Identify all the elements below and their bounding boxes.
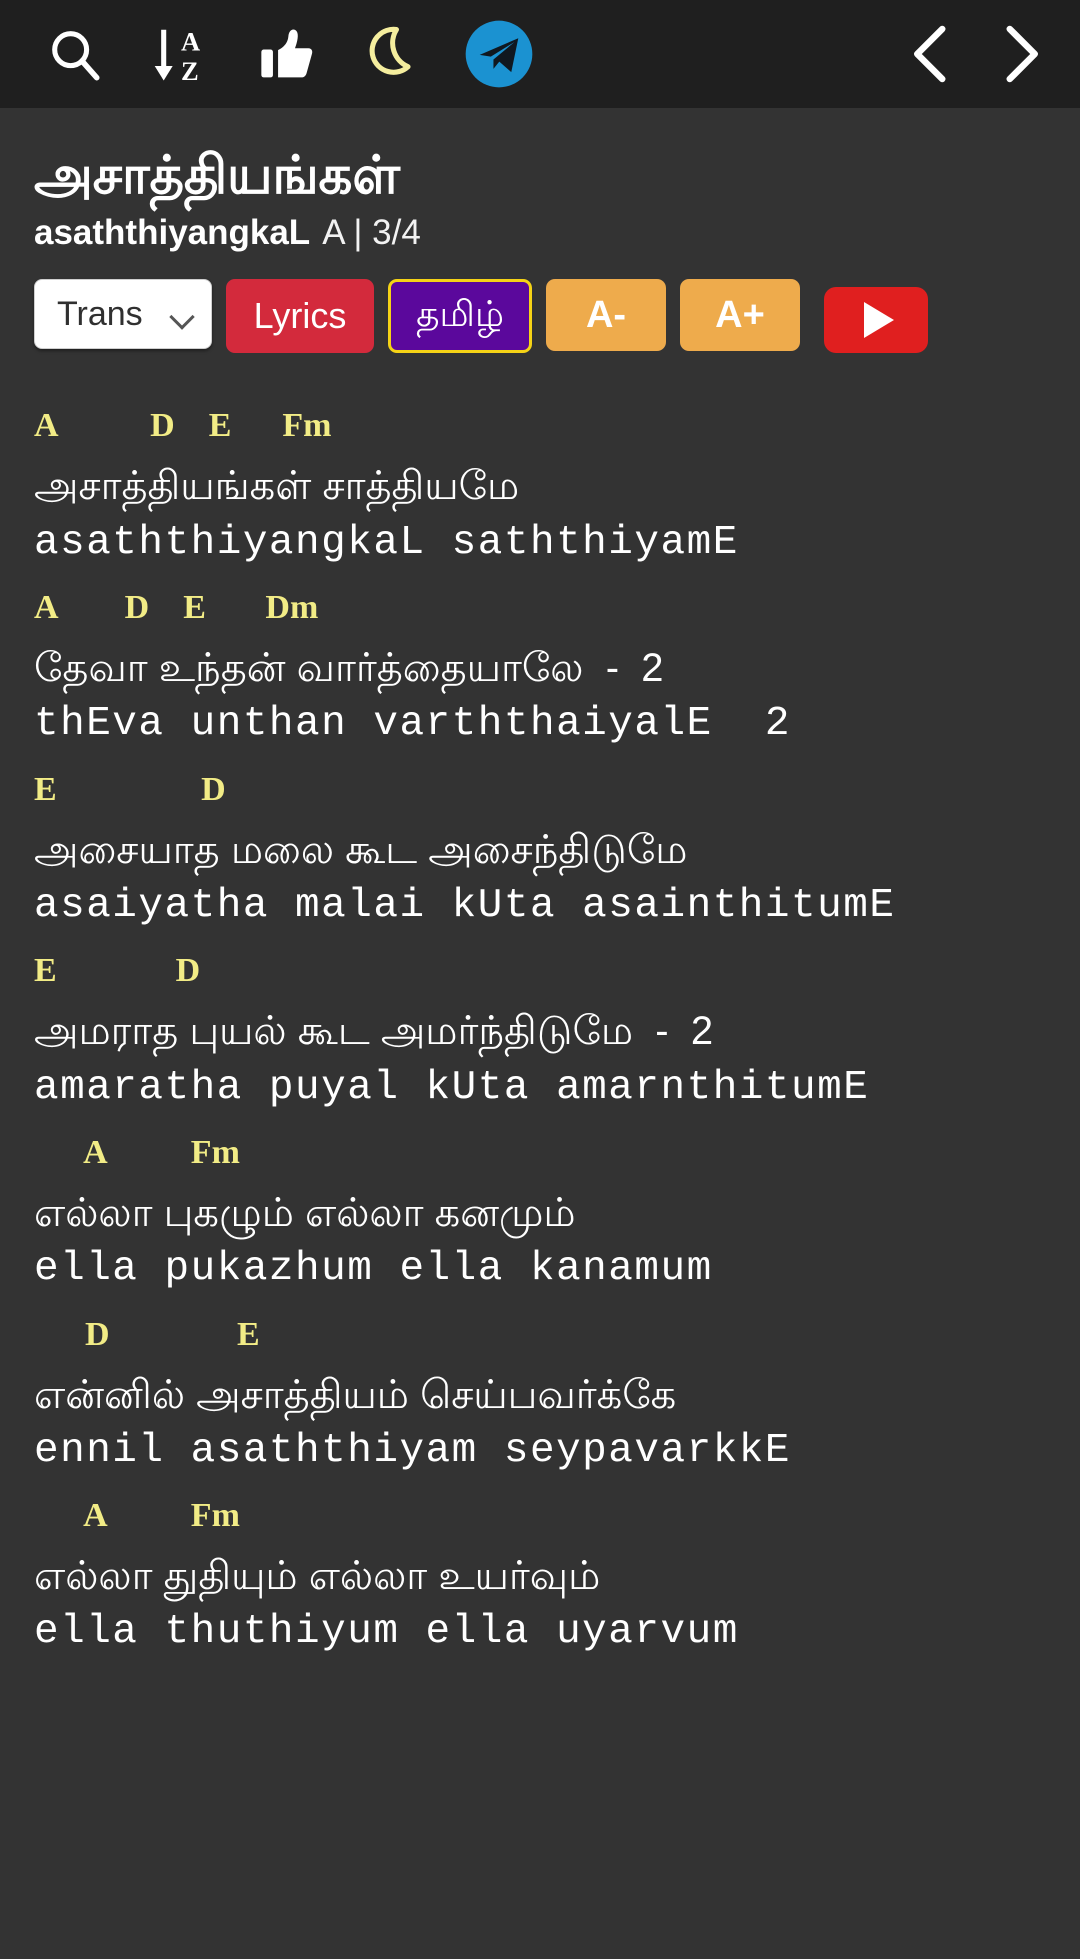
transpose-select[interactable]: Trans bbox=[34, 279, 212, 350]
top-toolbar: A Z bbox=[0, 0, 1080, 108]
lyric-line-tamil: என்னில் அசாத்தியம் செய்பவர்க்கே bbox=[34, 1372, 677, 1417]
lyric-line-tamil: எல்லா புகழும் எல்லா கனமும் bbox=[34, 1190, 576, 1235]
sort-az-icon: A Z bbox=[154, 27, 200, 85]
chevron-right-icon bbox=[1006, 25, 1038, 83]
toolbar-nav-group bbox=[890, 0, 1062, 108]
telegram-button[interactable] bbox=[446, 0, 552, 108]
previous-song-button[interactable] bbox=[890, 0, 972, 108]
lyrics-button[interactable]: Lyrics bbox=[226, 279, 374, 354]
lyric-line-tamil: தேவா உந்தன் வார்த்தையாலே - 2 bbox=[34, 646, 664, 691]
lyric-line-roman: thEva unthan varththaiyalE 2 bbox=[34, 701, 792, 748]
lyric-line-roman: ella thuthiyum ella uyarvum bbox=[34, 1609, 739, 1656]
song-subtitle: asaththiyangkaL A | 3/4 bbox=[34, 213, 1046, 253]
chord-line: E D bbox=[34, 952, 201, 990]
sort-az-button[interactable]: A Z bbox=[128, 0, 234, 108]
lyric-line-roman: asaiyatha malai kUta asainthitumE bbox=[34, 882, 896, 929]
next-song-button[interactable] bbox=[980, 0, 1062, 108]
chord-line: D E bbox=[34, 1315, 260, 1353]
svg-text:Z: Z bbox=[181, 56, 199, 85]
moon-icon bbox=[369, 26, 411, 75]
control-button-row: Trans Lyrics தமிழ் A- A+ bbox=[34, 279, 1046, 354]
like-button[interactable] bbox=[234, 0, 340, 108]
lyric-line-tamil: எல்லா துதியும் எல்லா உயர்வும் bbox=[34, 1554, 601, 1599]
chevron-left-icon bbox=[914, 25, 946, 83]
stanza: A Fm எல்லா புகழும் எல்லா கனமும் ella puk… bbox=[34, 1133, 1080, 1296]
song-header: அசாத்தியங்கள் asaththiyangkaL A | 3/4 Tra… bbox=[0, 108, 1080, 354]
play-triangle-icon bbox=[864, 302, 894, 339]
chord-line: E D bbox=[34, 770, 226, 808]
lyric-line-roman: asaththiyangkaL saththiyamE bbox=[34, 519, 739, 566]
chevron-down-icon bbox=[173, 308, 195, 321]
search-button[interactable] bbox=[22, 0, 128, 108]
stanza: E D அசையாத மலை கூட அசைந்திடுமே asaiyatha… bbox=[34, 770, 1080, 933]
page-title: அசாத்தியங்கள் bbox=[34, 146, 400, 205]
song-key-meter: A | 3/4 bbox=[322, 213, 421, 253]
lyric-line-tamil: அமராத புயல் கூட அமர்ந்திடுமே - 2 bbox=[34, 1009, 714, 1054]
telegram-icon bbox=[465, 20, 533, 88]
youtube-play-button[interactable] bbox=[824, 287, 928, 354]
dark-mode-button[interactable] bbox=[340, 0, 446, 108]
chord-sheet: A D E Fm அசாத்தியங்கள் சாத்தியமே asathth… bbox=[0, 409, 1080, 1681]
chord-line: A D E Fm bbox=[34, 409, 332, 445]
chord-line: A Fm bbox=[34, 1133, 240, 1171]
search-icon bbox=[52, 31, 100, 81]
tamil-language-button[interactable]: தமிழ் bbox=[388, 279, 532, 354]
stanza: E D அமராத புயல் கூட அமர்ந்திடுமே - 2 ama… bbox=[34, 954, 1080, 1114]
lyric-line-tamil: அசாத்தியங்கள் சாத்தியமே bbox=[34, 464, 520, 509]
chord-line: A D E Dm bbox=[34, 589, 319, 627]
stanza: A Fm எல்லா துதியும் எல்லா உயர்வும் ella … bbox=[34, 1499, 1080, 1659]
lyric-line-roman: ennil asaththiyam seypavarkkE bbox=[34, 1427, 792, 1474]
thumbs-up-icon bbox=[261, 29, 313, 78]
toolbar-icon-group: A Z bbox=[22, 0, 552, 108]
stanza: A D E Dm தேவா உந்தன் வார்த்தையாலே - 2 th… bbox=[34, 591, 1080, 751]
font-increase-button[interactable]: A+ bbox=[680, 279, 800, 352]
stanza: D E என்னில் அசாத்தியம் செய்பவர்க்கே enni… bbox=[34, 1315, 1080, 1478]
stanza: A D E Fm அசாத்தியங்கள் சாத்தியமே asathth… bbox=[34, 409, 1080, 569]
lyric-line-roman: ella pukazhum ella kanamum bbox=[34, 1246, 713, 1293]
lyric-line-tamil: அசையாத மலை கூட அசைந்திடுமே bbox=[34, 827, 688, 872]
transpose-select-label: Trans bbox=[57, 294, 143, 333]
chord-line: A Fm bbox=[34, 1497, 240, 1535]
lyric-line-roman: amaratha puyal kUta amarnthitumE bbox=[34, 1064, 870, 1111]
font-decrease-button[interactable]: A- bbox=[546, 279, 666, 352]
svg-text:A: A bbox=[181, 27, 200, 57]
song-transliteration: asaththiyangkaL bbox=[34, 213, 311, 253]
